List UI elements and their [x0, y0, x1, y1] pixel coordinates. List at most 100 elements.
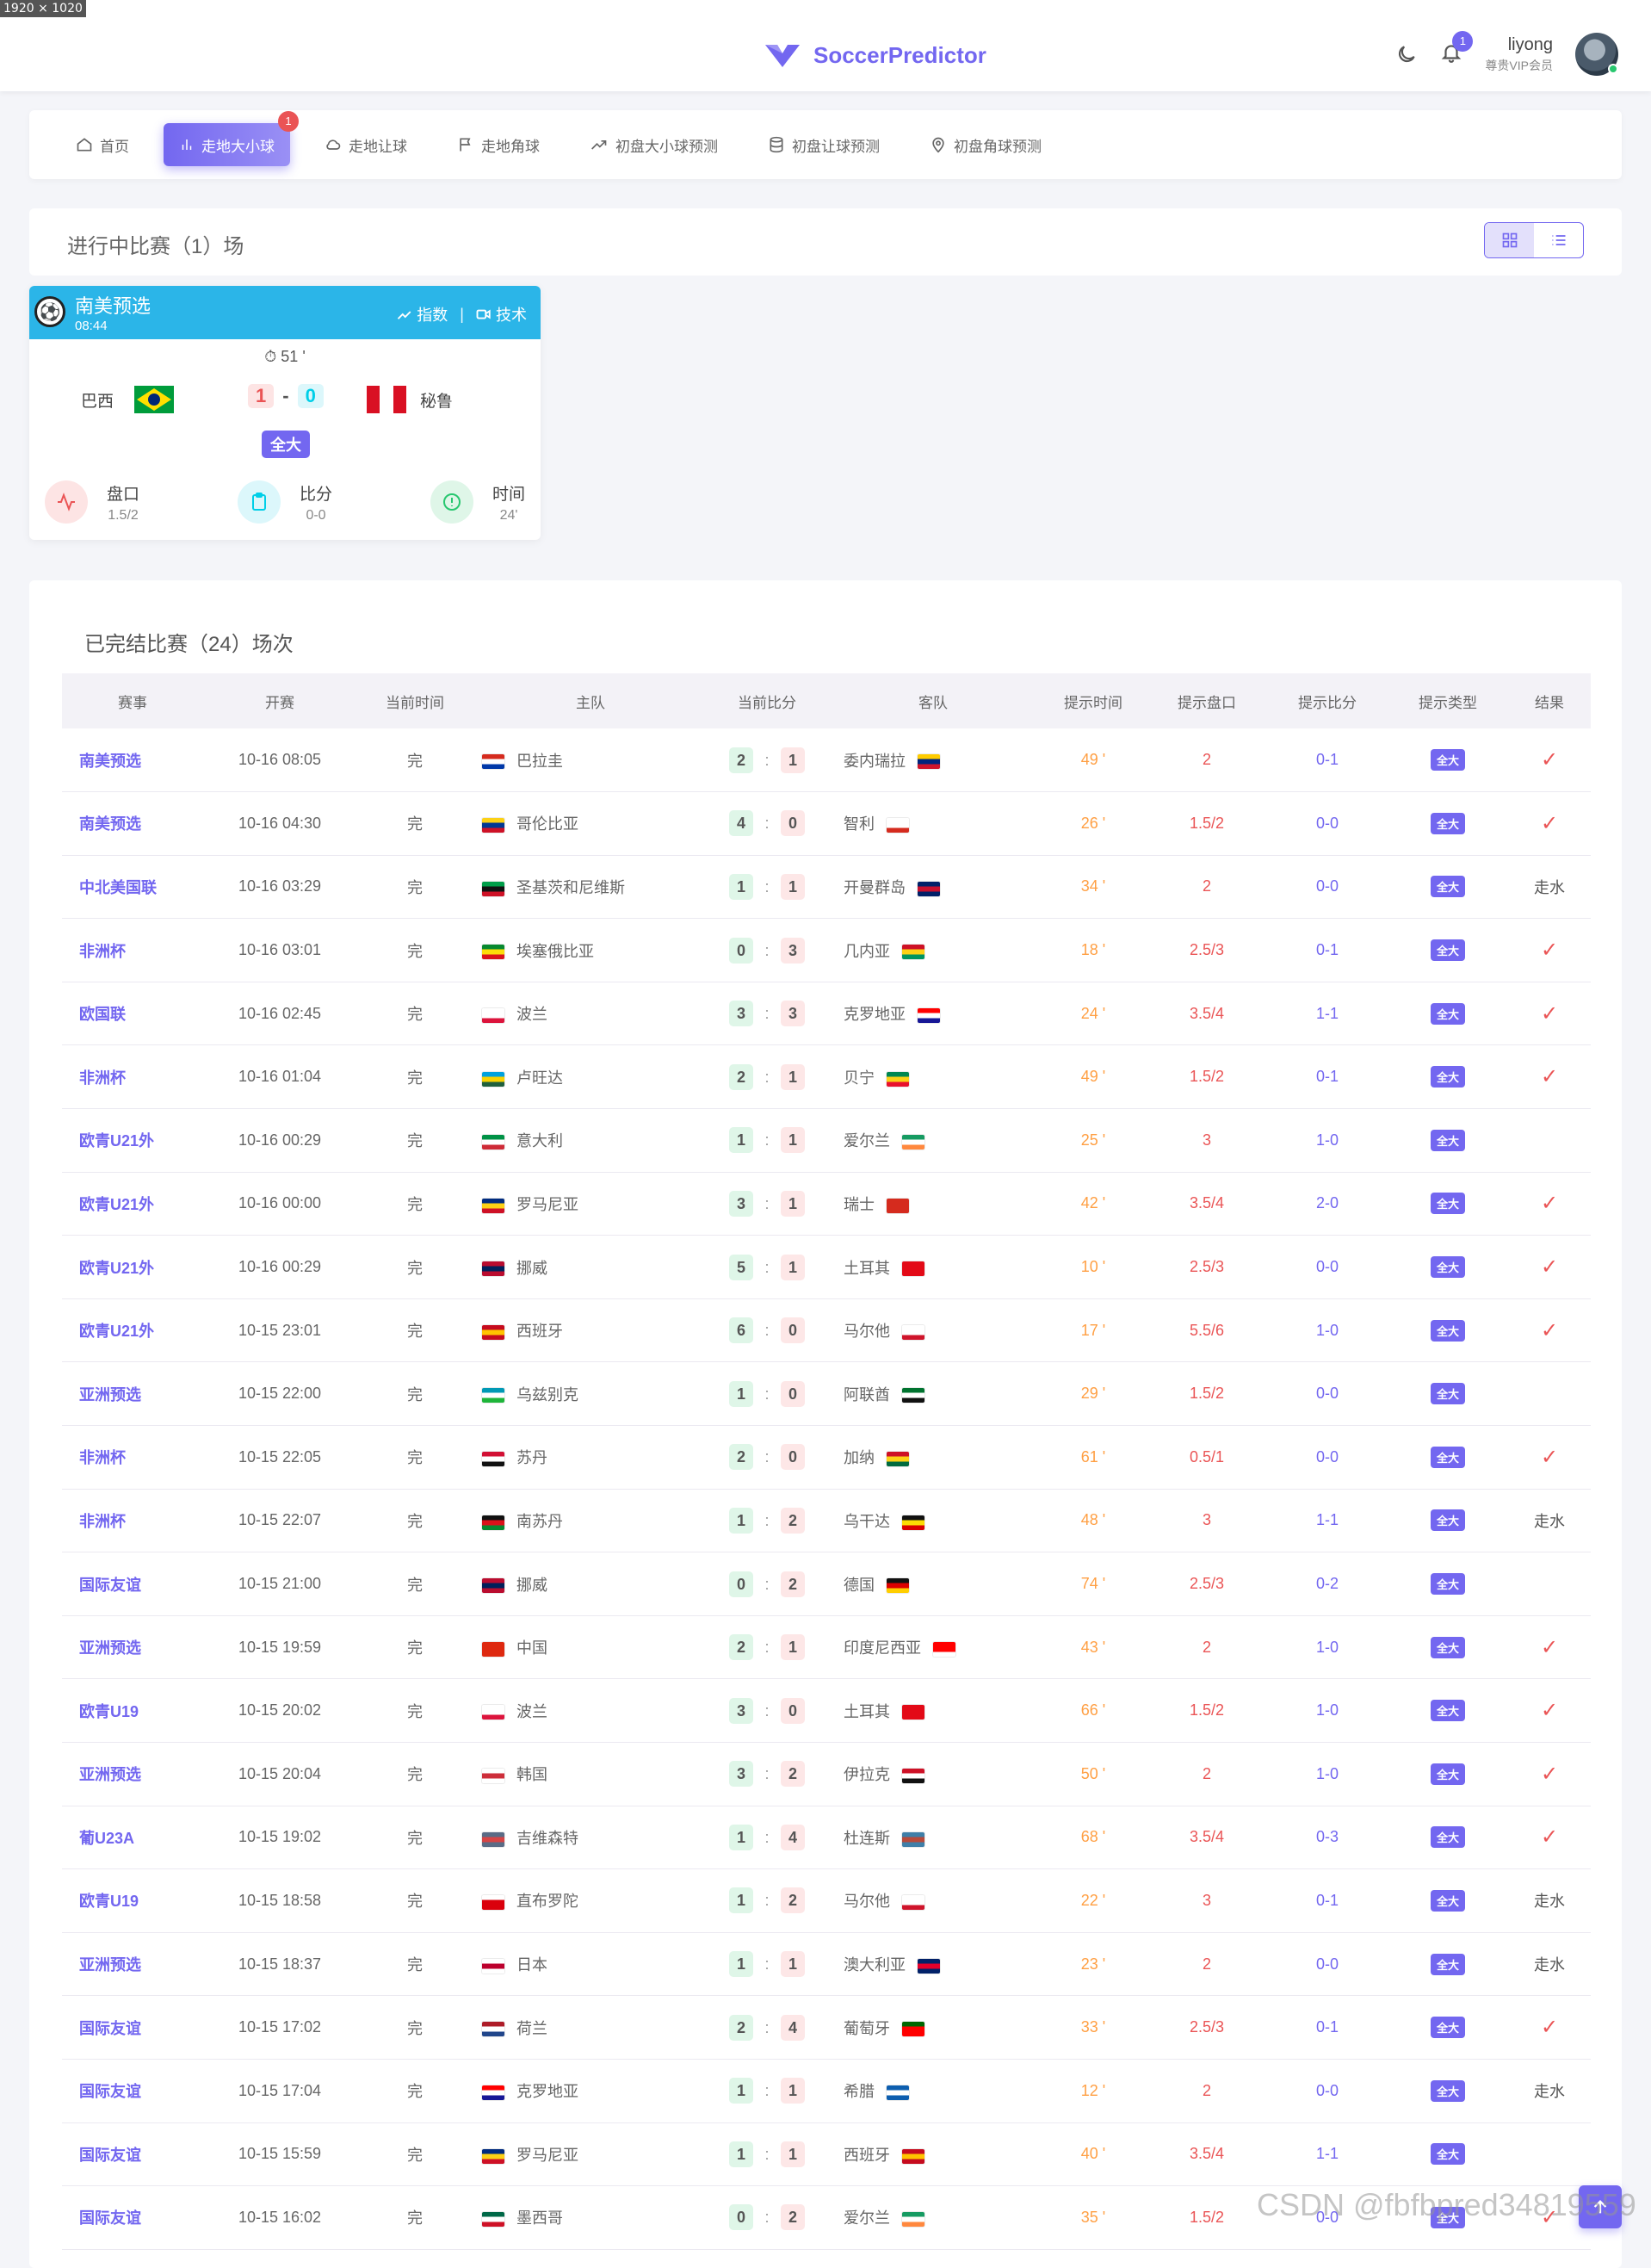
match-status: 完 [407, 1323, 423, 1341]
nav-label: 走地大小球 [201, 138, 275, 155]
home-score: 3 [729, 1001, 753, 1027]
current-score: 5:1 [708, 1236, 826, 1299]
column-header: 提示时间 [1064, 694, 1122, 711]
tip-score: 1-0 [1315, 1701, 1339, 1720]
stat-label: 时间 [492, 485, 526, 504]
home-score: 1 [729, 873, 753, 900]
nav-item-early-handicap[interactable]: 初盘让球预测 [752, 123, 895, 166]
nav-item-live-handicap[interactable]: 走地让球 [309, 123, 423, 166]
table-row[interactable]: 国际友谊 10-15 17:04 完 克罗地亚 1:1 希腊 12 ' 2 0-0 全大 走水 [62, 2059, 1591, 2123]
home-score: 1 [729, 1951, 753, 1978]
league-link[interactable]: 国际友谊 [62, 2059, 203, 2122]
list-view-button[interactable] [1534, 223, 1583, 257]
nav-item-live-over-under[interactable]: 走地大小球 1 [164, 111, 299, 166]
flag-icon [482, 818, 504, 833]
index-link[interactable]: 指数 [397, 303, 448, 325]
table-row[interactable]: 亚洲预选 10-15 19:59 完 中国 2:1 印度尼西亚 43 ' 2 1-0 全大 ✓ [62, 1615, 1591, 1679]
league-link[interactable]: 国际友谊 [62, 2186, 203, 2250]
table-row[interactable]: 中北美国联 10-16 03:29 完 圣基茨和尼维斯 1:1 开曼群岛 34 ' 2 0-0 全… [62, 855, 1591, 919]
table-row[interactable]: 非洲杯 10-15 22:05 完 苏丹 2:0 加纳 61 ' 0.5/1 0-0 全大 ✓ [62, 1426, 1591, 1490]
table-row[interactable]: 国际友谊 10-15 21:00 完 挪威 0:2 德国 74 ' 2.5/3 0-2 全大 [62, 1552, 1591, 1616]
league-link[interactable]: 国际友谊 [62, 1996, 203, 2060]
nav-item-early-corners[interactable]: 初盘角球预测 [914, 123, 1057, 166]
away-score: 1 [781, 2078, 805, 2104]
grid-view-button[interactable] [1485, 223, 1534, 257]
table-row[interactable]: 欧青U21外 10-15 23:01 完 西班牙 6:0 马尔他 17 ' 5.5/6 1-0 全… [62, 1298, 1591, 1362]
start-time: 10-16 02:45 [238, 1004, 322, 1022]
league-link[interactable]: 非洲杯 [62, 1426, 203, 1490]
table-row[interactable]: 亚洲预选 10-15 22:00 完 乌兹别克 1:0 阿联酋 29 ' 1.5/2 0-0 全大 [62, 1362, 1591, 1426]
league-link[interactable]: 中北美国联 [62, 855, 203, 919]
home-team-name: 巴西 [81, 392, 114, 411]
league-link[interactable]: 亚洲预选 [62, 1615, 203, 1679]
league-link[interactable]: 欧青U21外 [62, 1172, 203, 1236]
live-match-card[interactable]: ⚽ 南美预选 08:44 指数 | 技术 ⏱ 51 ' 巴西 1 - 0 秘鲁 … [29, 286, 541, 540]
league-link[interactable]: 亚洲预选 [62, 1932, 203, 1996]
type-tag: 全大 [1430, 1002, 1465, 1025]
moon-icon[interactable] [1395, 43, 1418, 65]
start-time: 10-16 00:29 [238, 1258, 322, 1276]
tech-link[interactable]: 技术 [476, 303, 527, 325]
away-team: 德国 [826, 1552, 1040, 1616]
league-link[interactable]: 欧青U19 [62, 1869, 203, 1933]
home-team: 巴拉圭 [473, 728, 708, 792]
match-status: 完 [407, 1006, 423, 1024]
current-score: 0:2 [708, 2186, 826, 2250]
app-logo[interactable]: SoccerPredictor [764, 41, 986, 69]
league-link[interactable]: 欧青U21外 [62, 1298, 203, 1362]
league-link[interactable]: 欧青U21外 [62, 1236, 203, 1299]
table-row[interactable]: 非洲杯 10-15 22:07 完 南苏丹 1:2 乌干达 48 ' 3 1-1 全大 走水 [62, 1489, 1591, 1552]
league-link[interactable]: 欧青U21外 [62, 1109, 203, 1173]
type-tag: 全大 [1430, 1826, 1465, 1849]
tip-time: 23 ' [1080, 1955, 1106, 1973]
tip-time: 33 ' [1080, 2018, 1106, 2036]
score-colon: : [764, 1892, 770, 1910]
away-team: 伊拉克 [826, 1743, 1040, 1806]
league-link[interactable]: 非洲杯 [62, 1045, 203, 1109]
away-team: 澳大利亚 [826, 1932, 1040, 1996]
table-row[interactable]: 南美预选 10-16 04:30 完 哥伦比亚 4:0 智利 26 ' 1.5/2 0-0 全大 ✓ [62, 792, 1591, 856]
league-link[interactable]: 亚洲预选 [62, 1743, 203, 1806]
table-row[interactable]: 非洲杯 10-16 01:04 完 卢旺达 2:1 贝宁 49 ' 1.5/2 0-1 全大 ✓ [62, 1045, 1591, 1109]
table-row[interactable]: 欧青U21外 10-16 00:29 完 挪威 5:1 土耳其 10 ' 2.5/3 0-0 全大… [62, 1236, 1591, 1299]
league-link[interactable]: 欧青U19 [62, 1679, 203, 1743]
table-row[interactable]: 欧国联 10-16 02:45 完 波兰 3:3 克罗地亚 24 ' 3.5/4 1-1 全大 ✓ [62, 982, 1591, 1045]
table-row[interactable]: 葡U23A 10-15 19:02 完 吉维森特 1:4 杜连斯 68 ' 3.5/4 0-3 全… [62, 1806, 1591, 1869]
table-row[interactable]: 亚洲预选 10-15 18:37 完 日本 1:1 澳大利亚 23 ' 2 0-0 全大 走水 [62, 1932, 1591, 1996]
table-row[interactable]: 非洲杯 10-16 03:01 完 埃塞俄比亚 0:3 几内亚 18 ' 2.5/3 0-1 全大… [62, 919, 1591, 982]
avatar[interactable] [1575, 33, 1618, 76]
table-row[interactable]: 欧青U21外 10-16 00:29 完 意大利 1:1 爱尔兰 25 ' 3 1-0 全大 [62, 1109, 1591, 1173]
home-team: 埃塞俄比亚 [473, 919, 708, 982]
activity-icon [45, 480, 88, 524]
tip-handicap: 2.5/3 [1189, 2018, 1225, 2036]
home-team: 吉维森特 [473, 1806, 708, 1869]
nav-item-early-over-under[interactable]: 初盘大小球预测 [574, 123, 733, 166]
table-row[interactable]: 南美预选 10-16 08:05 完 巴拉圭 2:1 委内瑞拉 49 ' 2 0-1 全大 ✓ [62, 728, 1591, 792]
table-row[interactable]: 欧青U21外 10-16 00:00 完 罗马尼亚 3:1 瑞士 42 ' 3.5/4 2-0 全… [62, 1172, 1591, 1236]
tip-time: 25 ' [1080, 1131, 1106, 1149]
league-link[interactable]: 葡U23A [62, 1806, 203, 1869]
nav-item-home[interactable]: 首页 [60, 123, 145, 166]
table-row[interactable]: 欧青U19 10-15 18:58 完 直布罗陀 1:2 马尔他 22 ' 3 0-1 全大 走水 [62, 1869, 1591, 1933]
league-link[interactable]: 非洲杯 [62, 919, 203, 982]
away-team: 委内瑞拉 [826, 728, 1040, 792]
league-link[interactable]: 国际友谊 [62, 2122, 203, 2186]
table-row[interactable]: 国际友谊 10-15 17:02 完 荷兰 2:4 葡萄牙 33 ' 2.5/3 0-1 全大 ✓ [62, 1996, 1591, 2060]
league-link[interactable]: 非洲杯 [62, 1489, 203, 1552]
start-time: 10-15 22:07 [238, 1511, 322, 1529]
table-row[interactable]: 亚洲预选 10-15 20:04 完韩国 3:2 伊拉克 50 ' 2 1-0 全大 ✓ [62, 1743, 1591, 1806]
match-minute: ⏱ 51 ' [29, 348, 541, 366]
league-link[interactable]: 亚洲预选 [62, 1362, 203, 1426]
user-info[interactable]: liyong 尊贵VIP会员 [1485, 35, 1553, 74]
result: ✓ [1508, 919, 1591, 982]
league-link[interactable]: 欧国联 [62, 982, 203, 1045]
league-link[interactable]: 国际友谊 [62, 1552, 203, 1616]
table-row[interactable]: 欧青U19 10-15 20:02 完 波兰 3:0 土耳其 66 ' 1.5/2 1-0 全大 ✓ [62, 1679, 1591, 1743]
finished-matches: 已完结比赛（24）场次 赛事 开赛 当前时间 主队 当前比分 客队 提示时间 提示盘口 提示比分… [29, 580, 1622, 2268]
league-link[interactable]: 南美预选 [62, 792, 203, 856]
notification-button[interactable]: 1 [1440, 30, 1474, 68]
tip-score: 0-1 [1315, 751, 1339, 769]
table-row[interactable]: 国际友谊 10-15 15:59 完 罗马尼亚 1:1 西班牙 40 ' 3.5/4 1-1 全大 [62, 2122, 1591, 2186]
nav-item-live-corners[interactable]: 走地角球 [442, 123, 555, 166]
league-link[interactable]: 南美预选 [62, 728, 203, 792]
